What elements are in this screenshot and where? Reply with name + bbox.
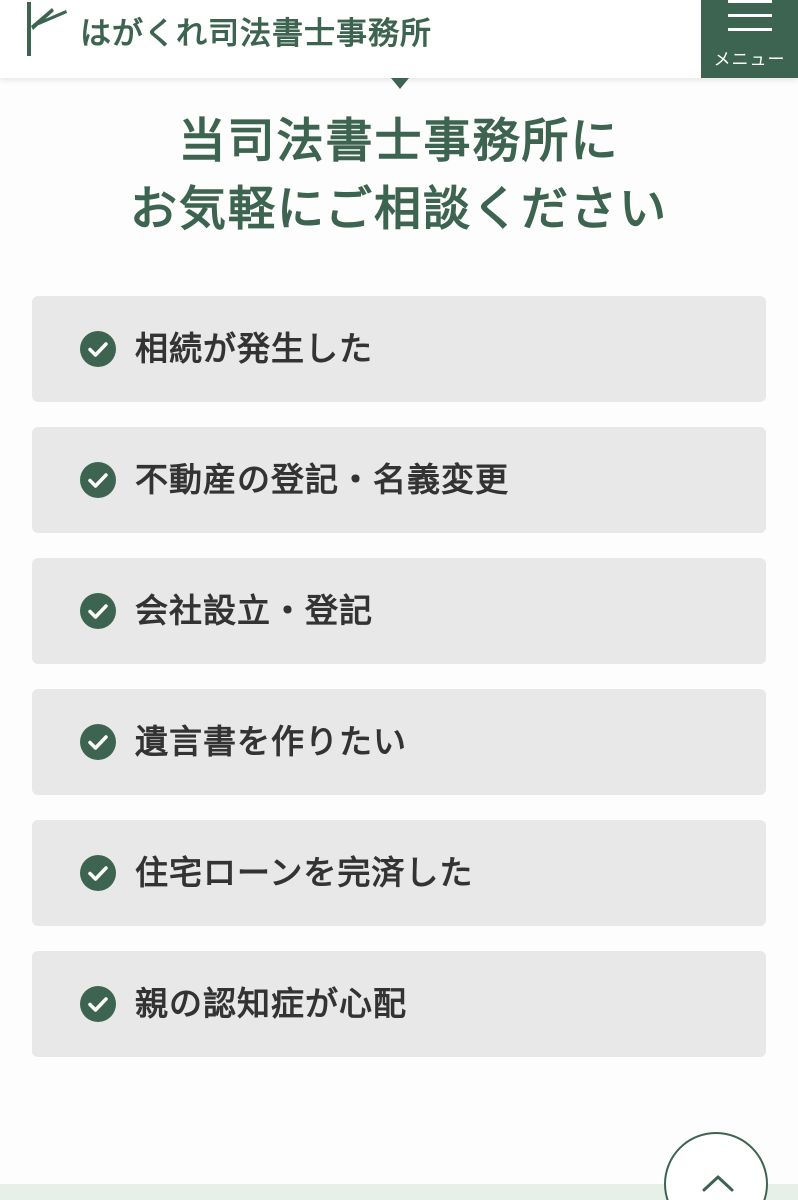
site-header: はがくれ司法書士事務所 メニュー (0, 0, 798, 78)
list-item-label: 不動産の登記・名義変更 (135, 460, 509, 499)
heading-line-1: 当司法書士事務所に (178, 114, 620, 169)
site-title: はがくれ司法書士事務所 (80, 15, 432, 52)
menu-button[interactable]: メニュー (701, 0, 798, 78)
list-item: 不動産の登記・名義変更 (32, 427, 766, 533)
list-item: 遺言書を作りたい (32, 689, 766, 795)
list-item-label: 相続が発生した (135, 329, 373, 368)
consultation-list: 相続が発生した 不動産の登記・名義変更 会社設立・登記 遺言書を作りたい 住宅ロ… (32, 296, 766, 1082)
check-circle-icon (80, 724, 116, 760)
scroll-to-top-button[interactable] (664, 1132, 768, 1200)
site-logo[interactable]: はがくれ司法書士事務所 (18, 0, 432, 60)
list-item-label: 住宅ローンを完済した (135, 853, 474, 892)
list-item: 親の認知症が心配 (32, 951, 766, 1057)
check-circle-icon (80, 462, 116, 498)
check-circle-icon (80, 593, 116, 629)
chevron-up-icon (702, 1175, 734, 1192)
hamburger-icon (728, 0, 772, 34)
bamboo-logo-icon (27, 2, 67, 56)
list-item-label: 親の認知症が心配 (135, 984, 407, 1023)
list-item: 会社設立・登記 (32, 558, 766, 664)
section-heading: 当司法書士事務所に お気軽にご相談ください (0, 108, 798, 244)
list-item-label: 遺言書を作りたい (135, 722, 407, 761)
check-circle-icon (80, 331, 116, 367)
list-item-label: 会社設立・登記 (135, 591, 373, 630)
list-item: 相続が発生した (32, 296, 766, 402)
list-item: 住宅ローンを完済した (32, 820, 766, 926)
check-circle-icon (80, 855, 116, 891)
section-pointer (391, 78, 409, 89)
heading-line-2: お気軽にご相談ください (129, 182, 669, 237)
check-circle-icon (80, 986, 116, 1022)
menu-label: メニュー (713, 50, 786, 70)
